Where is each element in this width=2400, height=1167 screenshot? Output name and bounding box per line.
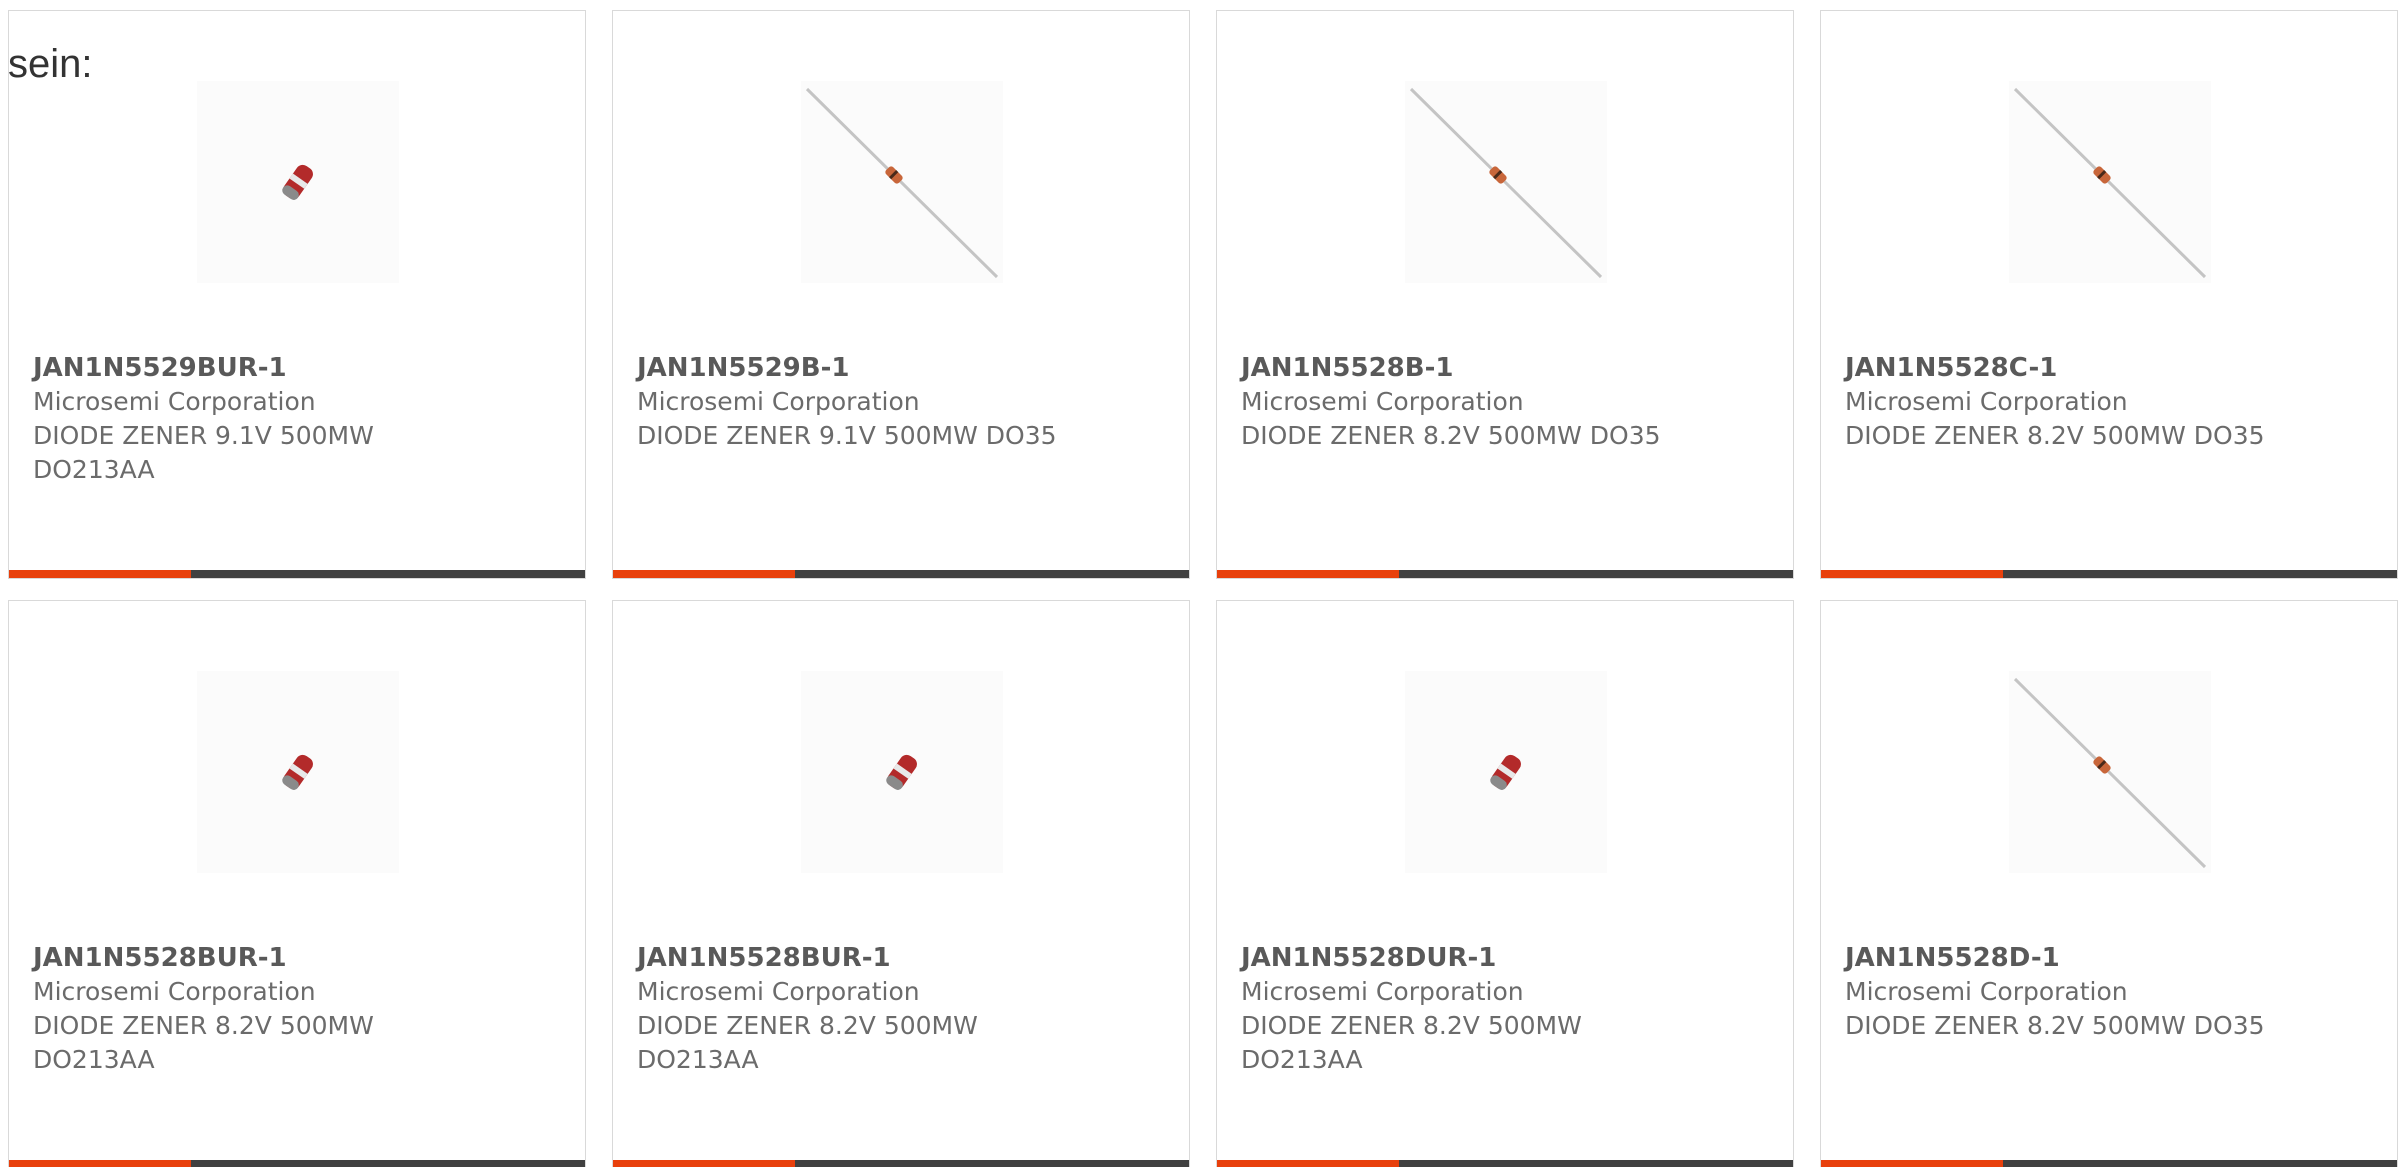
melf-diode-icon bbox=[1490, 754, 1521, 790]
product-info: JAN1N5528B-1 Microsemi Corporation DIODE… bbox=[1241, 351, 1761, 453]
axial-diode-icon bbox=[1409, 87, 1603, 279]
card-footer-accent bbox=[613, 1160, 795, 1167]
product-image[interactable] bbox=[2009, 671, 2211, 873]
manufacturer-name: Microsemi Corporation bbox=[33, 387, 316, 416]
product-description: DIODE ZENER 8.2V 500MW DO213AA bbox=[637, 1011, 978, 1074]
card-footer-bar bbox=[9, 1160, 585, 1167]
product-image[interactable] bbox=[801, 671, 1003, 873]
product-description: DIODE ZENER 8.2V 500MW DO213AA bbox=[33, 1011, 374, 1074]
manufacturer-name: Microsemi Corporation bbox=[1845, 977, 2128, 1006]
product-info: JAN1N5528BUR-1 Microsemi Corporation DIO… bbox=[33, 941, 553, 1077]
intro-text: sein: bbox=[8, 42, 93, 86]
part-number-link[interactable]: JAN1N5529BUR-1 bbox=[33, 351, 553, 385]
card-footer-accent bbox=[1217, 570, 1399, 578]
product-image[interactable] bbox=[1405, 81, 1607, 283]
part-number-link[interactable]: JAN1N5529B-1 bbox=[637, 351, 1157, 385]
card-footer-bar bbox=[1217, 570, 1793, 578]
product-image[interactable] bbox=[197, 81, 399, 283]
manufacturer-name: Microsemi Corporation bbox=[637, 977, 920, 1006]
product-card[interactable]: JAN1N5528BUR-1 Microsemi Corporation DIO… bbox=[612, 600, 1190, 1167]
product-card[interactable]: JAN1N5528B-1 Microsemi Corporation DIODE… bbox=[1216, 10, 1794, 579]
card-footer-bar bbox=[9, 570, 585, 578]
product-description: DIODE ZENER 9.1V 500MW DO213AA bbox=[33, 421, 374, 484]
part-number-link[interactable]: JAN1N5528BUR-1 bbox=[637, 941, 1157, 975]
product-card[interactable]: JAN1N5528D-1 Microsemi Corporation DIODE… bbox=[1820, 600, 2398, 1167]
manufacturer-name: Microsemi Corporation bbox=[637, 387, 920, 416]
axial-diode-icon bbox=[2013, 677, 2207, 869]
card-footer-bar bbox=[1821, 570, 2397, 578]
product-info: JAN1N5528DUR-1 Microsemi Corporation DIO… bbox=[1241, 941, 1761, 1077]
card-footer-accent bbox=[9, 570, 191, 578]
manufacturer-name: Microsemi Corporation bbox=[1845, 387, 2128, 416]
product-image[interactable] bbox=[1405, 671, 1607, 873]
card-footer-bar bbox=[1217, 1160, 1793, 1167]
axial-diode-icon bbox=[2013, 87, 2207, 279]
card-footer-accent bbox=[1821, 570, 2003, 578]
product-card[interactable]: JAN1N5528C-1 Microsemi Corporation DIODE… bbox=[1820, 10, 2398, 579]
part-number-link[interactable]: JAN1N5528C-1 bbox=[1845, 351, 2365, 385]
manufacturer-name: Microsemi Corporation bbox=[1241, 387, 1524, 416]
melf-diode-icon bbox=[282, 754, 313, 790]
product-info: JAN1N5528D-1 Microsemi Corporation DIODE… bbox=[1845, 941, 2365, 1043]
product-description: DIODE ZENER 8.2V 500MW DO35 bbox=[1241, 421, 1661, 450]
card-footer-accent bbox=[613, 570, 795, 578]
melf-diode-icon bbox=[886, 754, 917, 790]
product-description: DIODE ZENER 8.2V 500MW DO213AA bbox=[1241, 1011, 1582, 1074]
card-footer-accent bbox=[1217, 1160, 1399, 1167]
product-info: JAN1N5528BUR-1 Microsemi Corporation DIO… bbox=[637, 941, 1157, 1077]
manufacturer-name: Microsemi Corporation bbox=[1241, 977, 1524, 1006]
card-footer-bar bbox=[613, 570, 1189, 578]
card-footer-bar bbox=[613, 1160, 1189, 1167]
product-description: DIODE ZENER 9.1V 500MW DO35 bbox=[637, 421, 1057, 450]
product-card[interactable]: JAN1N5528BUR-1 Microsemi Corporation DIO… bbox=[8, 600, 586, 1167]
product-description: DIODE ZENER 8.2V 500MW DO35 bbox=[1845, 1011, 2265, 1040]
part-number-link[interactable]: JAN1N5528DUR-1 bbox=[1241, 941, 1761, 975]
page: sein: JAN1N5529BUR-1 Microsemi Corporati… bbox=[0, 0, 2400, 1167]
product-grid: JAN1N5529BUR-1 Microsemi Corporation DIO… bbox=[8, 10, 2400, 1167]
product-info: JAN1N5528C-1 Microsemi Corporation DIODE… bbox=[1845, 351, 2365, 453]
product-image[interactable] bbox=[197, 671, 399, 873]
product-info: JAN1N5529B-1 Microsemi Corporation DIODE… bbox=[637, 351, 1157, 453]
product-image[interactable] bbox=[801, 81, 1003, 283]
product-card[interactable]: JAN1N5529BUR-1 Microsemi Corporation DIO… bbox=[8, 10, 586, 579]
card-footer-accent bbox=[1821, 1160, 2003, 1167]
part-number-link[interactable]: JAN1N5528D-1 bbox=[1845, 941, 2365, 975]
card-footer-bar bbox=[1821, 1160, 2397, 1167]
product-image[interactable] bbox=[2009, 81, 2211, 283]
part-number-link[interactable]: JAN1N5528BUR-1 bbox=[33, 941, 553, 975]
axial-diode-icon bbox=[805, 87, 999, 279]
product-card[interactable]: JAN1N5528DUR-1 Microsemi Corporation DIO… bbox=[1216, 600, 1794, 1167]
product-info: JAN1N5529BUR-1 Microsemi Corporation DIO… bbox=[33, 351, 553, 487]
card-footer-accent bbox=[9, 1160, 191, 1167]
manufacturer-name: Microsemi Corporation bbox=[33, 977, 316, 1006]
melf-diode-icon bbox=[282, 164, 313, 200]
part-number-link[interactable]: JAN1N5528B-1 bbox=[1241, 351, 1761, 385]
product-card[interactable]: JAN1N5529B-1 Microsemi Corporation DIODE… bbox=[612, 10, 1190, 579]
product-description: DIODE ZENER 8.2V 500MW DO35 bbox=[1845, 421, 2265, 450]
